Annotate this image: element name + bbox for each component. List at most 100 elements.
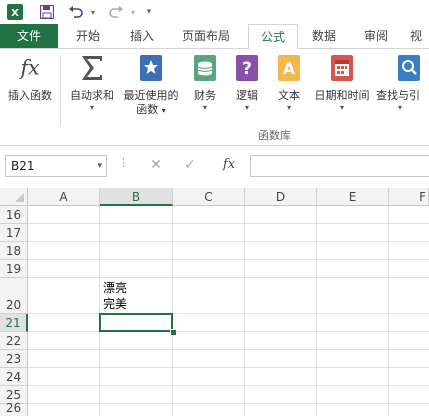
column-header-a[interactable]: A	[28, 188, 100, 206]
logical-button[interactable]: ? 逻辑 ▾	[228, 53, 266, 113]
worksheet-grid[interactable]: A B C D E F 16 17 18 19 20 21 22 23 24 2…	[0, 188, 429, 416]
save-icon[interactable]	[38, 3, 56, 21]
row-header-19[interactable]: 19	[0, 260, 28, 278]
gridline	[28, 277, 429, 278]
svg-text:X: X	[11, 8, 19, 19]
tab-home[interactable]: 开始	[70, 24, 106, 48]
logical-label: 逻辑	[236, 89, 258, 102]
svg-text:A: A	[283, 59, 296, 78]
tab-page-layout[interactable]: 页面布局	[178, 24, 234, 48]
fill-handle[interactable]	[170, 329, 177, 336]
chevron-down-icon: ▾	[161, 106, 166, 115]
cancel-icon[interactable]: ✕	[146, 155, 166, 175]
sigma-icon	[79, 53, 105, 83]
row-header-21[interactable]: 21	[0, 314, 28, 332]
column-header-d[interactable]: D	[245, 188, 317, 206]
text-button[interactable]: A 文本 ▾	[270, 53, 308, 113]
row-header-22[interactable]: 22	[0, 332, 28, 350]
tab-file[interactable]: 文件	[0, 24, 58, 48]
gridline	[28, 313, 429, 314]
financial-button[interactable]: 财务 ▾	[186, 53, 224, 113]
recently-used-button[interactable]: 最近使用的 函数 ▾	[120, 53, 182, 117]
ribbon-tabs: 文件 开始 插入 页面布局 公式 数据 审阅 视	[0, 24, 429, 50]
tab-data[interactable]: 数据	[306, 24, 342, 48]
gridline	[28, 223, 429, 224]
gridline	[28, 241, 429, 242]
ribbon-formulas: fx 插入函数 自动求和 ▾ 最近使用的 函数 ▾ 财务 ▾ ? 逻辑 ▾ A …	[0, 49, 429, 146]
gridline	[244, 206, 245, 416]
gridline	[172, 206, 173, 416]
chevron-down-icon[interactable]: ▾	[97, 156, 102, 176]
row-header-17[interactable]: 17	[0, 224, 28, 242]
gridline	[28, 385, 429, 386]
redo-dropdown-icon[interactable]: ▾	[128, 3, 138, 21]
name-box[interactable]: B21 ▾	[5, 155, 107, 177]
gridline	[388, 206, 389, 416]
row-header-16[interactable]: 16	[0, 206, 28, 224]
gridline	[28, 403, 429, 404]
gridline	[28, 331, 429, 332]
formula-bar: B21 ▾ ⋮ ✕ ✓ fx	[0, 146, 429, 182]
chevron-down-icon: ▾	[89, 103, 94, 112]
gridline	[99, 206, 100, 416]
financial-icon	[192, 53, 218, 83]
autosum-button[interactable]: 自动求和 ▾	[64, 53, 120, 113]
recently-used-label-2: 函数 ▾	[120, 103, 182, 117]
question-icon: ?	[234, 53, 260, 83]
column-header-e[interactable]: E	[317, 188, 389, 206]
tab-formulas[interactable]: 公式	[248, 24, 298, 50]
magnifier-icon	[396, 53, 422, 83]
row-header-24[interactable]: 24	[0, 368, 28, 386]
insert-function-fx-button[interactable]: fx	[218, 155, 240, 175]
column-header-f[interactable]: F	[389, 188, 429, 206]
insert-function-label: 插入函数	[8, 89, 52, 102]
chevron-down-icon: ▾	[339, 103, 344, 112]
row-header-18[interactable]: 18	[0, 242, 28, 260]
lookup-reference-button[interactable]: 查找与引 ▾	[376, 53, 429, 113]
formula-input[interactable]	[250, 155, 429, 177]
excel-logo-icon: X	[6, 3, 24, 21]
text-a-icon: A	[276, 53, 302, 83]
row-header-23[interactable]: 23	[0, 350, 28, 368]
financial-label: 财务	[194, 89, 216, 102]
date-time-label: 日期和时间	[314, 89, 370, 102]
date-time-button[interactable]: 日期和时间 ▾	[310, 53, 374, 113]
customize-toolbar-icon[interactable]: ▾	[144, 3, 154, 21]
row-header-20[interactable]: 20	[0, 278, 28, 314]
chevron-down-icon: ▾	[244, 103, 249, 112]
insert-function-button[interactable]: fx 插入函数	[2, 53, 58, 103]
chevron-down-icon: ▾	[202, 103, 207, 112]
gridline	[28, 349, 429, 350]
cell-b20-line-1[interactable]: 漂亮	[103, 280, 127, 296]
undo-dropdown-icon[interactable]: ▾	[88, 3, 98, 21]
chevron-down-icon: ▾	[286, 103, 291, 112]
recently-used-label-2-text: 函数	[136, 103, 159, 116]
gridline	[316, 206, 317, 416]
column-header-c[interactable]: C	[173, 188, 245, 206]
column-header-b[interactable]: B	[100, 188, 173, 206]
gridline	[28, 259, 429, 260]
chevron-down-icon: ▾	[398, 103, 403, 112]
svg-text:fx: fx	[18, 56, 40, 80]
text-label: 文本	[278, 89, 300, 102]
recently-used-label: 最近使用的	[123, 89, 179, 102]
select-all-corner[interactable]	[0, 188, 28, 206]
cell-b20-line-2[interactable]: 完美	[103, 296, 127, 312]
enter-check-icon[interactable]: ✓	[180, 155, 200, 175]
name-box-value: B21	[11, 159, 35, 173]
row-header-26[interactable]: 26	[0, 401, 28, 416]
svg-text:?: ?	[242, 59, 252, 79]
tab-insert[interactable]: 插入	[124, 24, 160, 48]
undo-icon[interactable]	[66, 3, 86, 21]
redo-icon[interactable]	[106, 3, 126, 21]
quick-access-toolbar: X ▾ ▾ ▾	[0, 0, 429, 24]
tab-review[interactable]: 审阅	[358, 24, 394, 48]
active-cell-b21[interactable]	[99, 313, 173, 332]
autosum-label: 自动求和	[70, 89, 114, 102]
tab-view[interactable]: 视	[410, 24, 429, 48]
calendar-icon	[329, 53, 355, 83]
gridline	[28, 367, 429, 368]
function-library-group-label: 函数库	[258, 129, 291, 142]
ribbon-separator	[60, 55, 61, 125]
formula-bar-grip-icon[interactable]: ⋮	[118, 156, 129, 169]
